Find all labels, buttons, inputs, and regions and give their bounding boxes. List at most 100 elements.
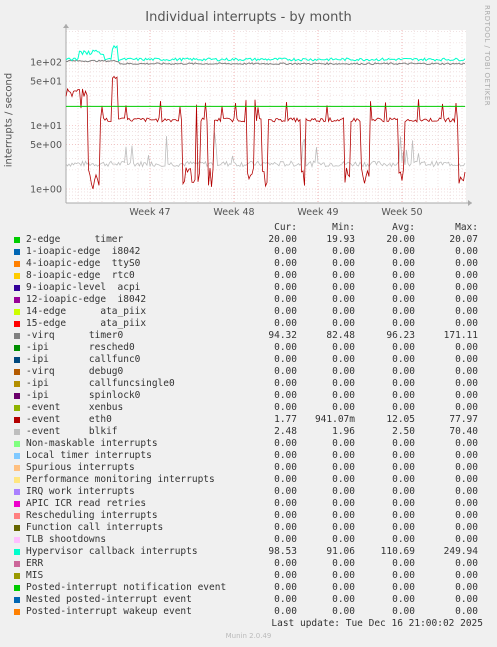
y-axis-arrow — [63, 24, 69, 28]
legend-column-header: Min: — [332, 222, 355, 233]
legend-value-avg: 0.00 — [392, 294, 415, 305]
legend-value-min: 0.00 — [332, 570, 355, 581]
legend-value-avg: 0.00 — [392, 318, 415, 329]
legend-swatch — [14, 441, 20, 447]
legend-value-avg: 0.00 — [392, 594, 415, 605]
legend-value-max: 0.00 — [455, 294, 478, 305]
legend-value-cur: 0.00 — [274, 378, 297, 389]
legend-value-min: 0.00 — [332, 558, 355, 569]
legend-swatch — [14, 609, 20, 615]
legend-series-name: -ipi callfunc0 — [26, 354, 141, 365]
legend-value-min: 0.00 — [332, 318, 355, 329]
legend-swatch — [14, 321, 20, 327]
legend-value-avg: 0.00 — [392, 342, 415, 353]
legend-value-avg: 0.00 — [392, 558, 415, 569]
legend-value-max: 70.40 — [449, 426, 478, 437]
legend-series-name: -ipi spinlock0 — [26, 390, 141, 401]
legend-swatch — [14, 477, 20, 483]
legend-value-max: 0.00 — [455, 402, 478, 413]
legend-value-min: 0.00 — [332, 402, 355, 413]
legend-value-cur: 0.00 — [274, 438, 297, 449]
x-tick-label: Week 47 — [129, 207, 170, 218]
legend-value-max: 0.00 — [455, 606, 478, 617]
legend-value-cur: 1.77 — [274, 414, 297, 425]
legend-series-name: Posted-interrupt wakeup event — [26, 606, 192, 617]
legend-swatch — [14, 501, 20, 507]
x-tick-label: Week 49 — [297, 207, 338, 218]
legend-value-max: 0.00 — [455, 462, 478, 473]
legend-value-max: 0.00 — [455, 306, 478, 317]
legend-value-cur: 20.00 — [268, 234, 297, 245]
legend-value-cur: 0.00 — [274, 270, 297, 281]
y-tick-label: 1e+00 — [30, 185, 62, 196]
legend-value-min: 0.00 — [332, 390, 355, 401]
legend-value-min: 0.00 — [332, 486, 355, 497]
legend-value-max: 0.00 — [455, 486, 478, 497]
plot-area: 1e+00 5e+00 1e+01 5e+01 1e+02 Week 47 Week 48 W… — [30, 24, 472, 218]
legend-value-cur: 98.53 — [268, 546, 297, 557]
legend-value-avg: 0.00 — [392, 510, 415, 521]
x-tick-label: Week 48 — [213, 207, 254, 218]
legend-value-max: 0.00 — [455, 366, 478, 377]
legend-value-max: 0.00 — [455, 474, 478, 485]
legend-series-name: -event blkif — [26, 426, 118, 437]
legend-value-min: 0.00 — [332, 258, 355, 269]
legend-value-avg: 0.00 — [392, 474, 415, 485]
legend-series-name: 14-edge ata_piix — [26, 306, 147, 317]
legend-swatch — [14, 489, 20, 495]
legend-series-name: 15-edge ata_piix — [26, 318, 147, 329]
legend-value-min: 0.00 — [332, 246, 355, 257]
legend-series-name: -event xenbus — [26, 402, 124, 413]
legend-value-cur: 2.48 — [274, 426, 297, 437]
legend-value-min: 82.48 — [326, 330, 355, 341]
legend-value-cur: 0.00 — [274, 606, 297, 617]
legend-value-avg: 0.00 — [392, 366, 415, 377]
legend-series-name: 2-edge timer — [26, 234, 124, 245]
legend-series-name: Local timer interrupts — [26, 450, 152, 461]
legend-value-cur: 0.00 — [274, 498, 297, 509]
legend-value-min: 0.00 — [332, 306, 355, 317]
legend-swatch — [14, 537, 20, 543]
legend-value-min: 0.00 — [332, 282, 355, 293]
legend-series-name: -event eth0 — [26, 414, 112, 425]
legend-value-cur: 0.00 — [274, 246, 297, 257]
legend-column-header: Max: — [455, 222, 478, 233]
legend-value-cur: 0.00 — [274, 594, 297, 605]
legend-value-max: 0.00 — [455, 570, 478, 581]
legend-value-min: 0.00 — [332, 498, 355, 509]
legend-column-header: Cur: — [274, 222, 297, 233]
legend-series-name: -ipi resched0 — [26, 342, 135, 353]
legend-value-min: 0.00 — [332, 510, 355, 521]
legend-value-max: 0.00 — [455, 534, 478, 545]
legend-value-avg: 0.00 — [392, 258, 415, 269]
legend-value-avg: 0.00 — [392, 378, 415, 389]
legend-series-name: 9-ioapic-level acpi — [26, 282, 141, 293]
legend-value-min: 0.00 — [332, 450, 355, 461]
legend-value-cur: 0.00 — [274, 390, 297, 401]
legend-series-name: -virq debug0 — [26, 366, 124, 377]
legend-value-min: 0.00 — [332, 474, 355, 485]
y-tick-label: 5e+01 — [30, 77, 62, 88]
legend-swatch — [14, 393, 20, 399]
legend-value-cur: 0.00 — [274, 462, 297, 473]
legend-value-min: 0.00 — [332, 534, 355, 545]
legend-value-avg: 0.00 — [392, 534, 415, 545]
legend-value-min: 0.00 — [332, 582, 355, 593]
legend-swatch — [14, 549, 20, 555]
legend-swatch — [14, 357, 20, 363]
legend-value-min: 19.93 — [326, 234, 355, 245]
legend-series-name: ERR — [26, 558, 44, 569]
legend-value-max: 171.11 — [443, 330, 478, 341]
legend-swatch — [14, 417, 20, 423]
legend-swatch — [14, 285, 20, 291]
legend-column-header: Avg: — [392, 222, 415, 233]
legend-series-name: -virq timer0 — [26, 330, 124, 341]
legend-value-max: 0.00 — [455, 318, 478, 329]
legend-series-name: Function call interrupts — [26, 522, 164, 533]
legend-value-avg: 0.00 — [392, 498, 415, 509]
legend-series-name: Rescheduling interrupts — [26, 510, 158, 521]
legend-swatch — [14, 309, 20, 315]
legend-value-cur: 0.00 — [274, 294, 297, 305]
legend-value-max: 0.00 — [455, 390, 478, 401]
legend-value-min: 0.00 — [332, 354, 355, 365]
